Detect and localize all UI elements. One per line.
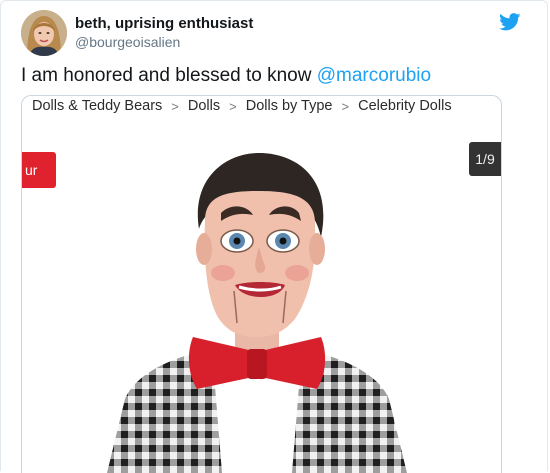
breadcrumb-item[interactable]: Dolls by Type (246, 98, 333, 114)
chevron-right-icon: > (171, 98, 179, 114)
tweet-text: I am honored and blessed to know @marcor… (21, 65, 431, 87)
author-handle[interactable]: @bourgeoisalien (75, 34, 180, 50)
author-display-name[interactable]: beth, uprising enthusiast (75, 15, 253, 32)
tweet-media-image[interactable]: Dolls & Teddy Bears > Dolls > Dolls by T… (21, 95, 502, 473)
breadcrumb-item[interactable]: Dolls (188, 98, 220, 114)
breadcrumb: Dolls & Teddy Bears > Dolls > Dolls by T… (22, 96, 501, 116)
tweet-card: beth, uprising enthusiast @bourgeoisalie… (0, 0, 548, 473)
chevron-right-icon: > (341, 98, 350, 114)
avatar[interactable] (21, 10, 67, 56)
tweet-body: I am honored and blessed to know (21, 65, 317, 86)
breadcrumb-item[interactable]: Celebrity Dolls (358, 98, 451, 114)
twitter-bird-icon[interactable] (499, 13, 521, 31)
red-tab-button[interactable]: ur (22, 152, 56, 188)
ventriloquist-doll-image (107, 153, 407, 473)
image-counter: 1/9 (469, 142, 501, 176)
breadcrumb-item[interactable]: Dolls & Teddy Bears (32, 98, 162, 114)
mention-link[interactable]: @marcorubio (317, 65, 431, 86)
chevron-right-icon: > (229, 98, 237, 114)
avatar-photo (21, 10, 67, 56)
